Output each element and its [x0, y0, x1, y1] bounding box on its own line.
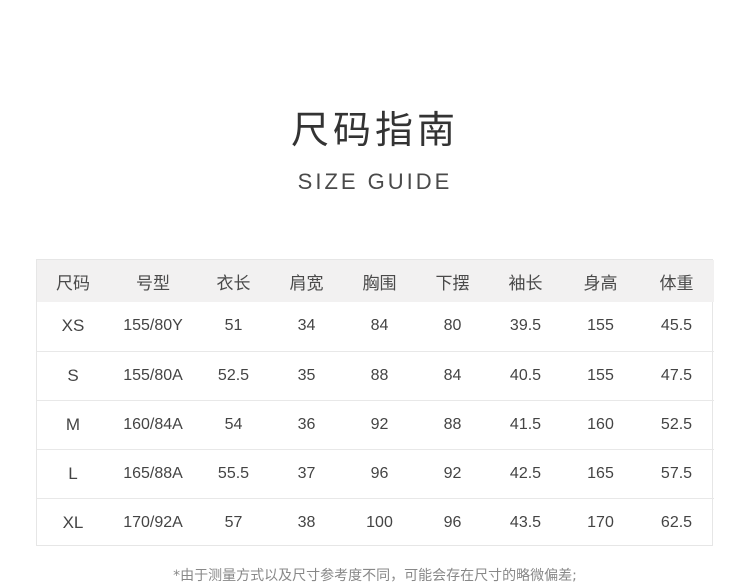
table-header-row: 尺码 号型 衣长 肩宽 胸围 下摆 袖长 身高 体重 — [37, 260, 714, 302]
header-model: 号型 — [136, 273, 170, 294]
cell-model: 165/88A — [123, 464, 183, 482]
measurement-disclaimer: *由于测量方式以及尺寸参考度不同，可能会存在尺寸的略微偏差; — [173, 568, 577, 584]
cell-weight: 45.5 — [660, 317, 693, 335]
cell-chest: 100 — [366, 513, 393, 531]
cell-model: 155/80Y — [123, 317, 183, 335]
header-height: 身高 — [583, 273, 618, 294]
cell-sleeve: 40.5 — [509, 366, 542, 384]
cell-shoulder: 36 — [297, 415, 316, 433]
header-length: 衣长 — [216, 273, 251, 294]
cell-model: 155/80A — [123, 366, 183, 384]
cell-size: S — [67, 365, 79, 385]
size-table-container: 尺码 号型 衣长 肩宽 胸围 下摆 袖长 身高 体重 XS 155/80Y 51… — [36, 259, 714, 547]
cell-height: 170 — [587, 513, 614, 531]
header-weight: 体重 — [659, 273, 694, 294]
cell-weight: 47.5 — [660, 366, 693, 384]
cell-model: 170/92A — [123, 513, 183, 531]
cell-shoulder: 38 — [297, 513, 316, 531]
header-chest: 胸围 — [362, 273, 397, 294]
header-hem: 下摆 — [435, 273, 470, 294]
table-row: L 165/88A 55.5 37 96 92 42.5 165 57.5 — [37, 449, 714, 498]
cell-hem: 96 — [443, 513, 462, 531]
cell-size: M — [65, 414, 81, 434]
cell-hem: 84 — [443, 366, 462, 384]
cell-chest: 84 — [370, 317, 389, 335]
cell-shoulder: 35 — [297, 366, 316, 384]
cell-height: 155 — [587, 366, 614, 384]
cell-weight: 62.5 — [660, 513, 693, 531]
header-sleeve: 袖长 — [508, 273, 543, 294]
table-row: XL 170/92A 57 38 100 96 43.5 170 62.5 — [37, 498, 714, 547]
cell-size: XS — [61, 316, 85, 336]
cell-hem: 92 — [443, 464, 462, 482]
cell-shoulder: 34 — [297, 317, 316, 335]
table-row: XS 155/80Y 51 34 84 80 39.5 155 45.5 — [37, 302, 714, 351]
size-table: 尺码 号型 衣长 肩宽 胸围 下摆 袖长 身高 体重 XS 155/80Y 51… — [37, 260, 714, 547]
cell-weight: 52.5 — [660, 415, 693, 433]
cell-chest: 96 — [370, 464, 389, 482]
header-size: 尺码 — [56, 273, 90, 294]
cell-length: 52.5 — [217, 366, 250, 384]
cell-sleeve: 39.5 — [509, 317, 542, 335]
page-title: 尺码指南 — [290, 108, 459, 152]
cell-model: 160/84A — [123, 415, 183, 433]
cell-length: 57 — [224, 513, 243, 531]
cell-hem: 88 — [443, 415, 462, 433]
cell-length: 51 — [224, 317, 243, 335]
page-subtitle: SIZE GUIDE — [297, 169, 453, 194]
table-row: S 155/80A 52.5 35 88 84 40.5 155 47.5 — [37, 351, 714, 400]
cell-hem: 80 — [443, 317, 462, 335]
cell-chest: 88 — [370, 366, 389, 384]
header-shoulder: 肩宽 — [289, 273, 324, 294]
cell-sleeve: 41.5 — [509, 415, 542, 433]
table-row: M 160/84A 54 36 92 88 41.5 160 52.5 — [37, 400, 714, 449]
cell-height: 155 — [587, 317, 614, 335]
cell-height: 165 — [587, 464, 614, 482]
cell-sleeve: 42.5 — [509, 464, 542, 482]
cell-weight: 57.5 — [660, 464, 693, 482]
cell-size: L — [68, 463, 78, 483]
cell-height: 160 — [587, 415, 614, 433]
cell-chest: 92 — [370, 415, 389, 433]
cell-length: 55.5 — [217, 464, 250, 482]
cell-length: 54 — [224, 415, 243, 433]
cell-sleeve: 43.5 — [509, 513, 542, 531]
cell-size: XL — [62, 512, 84, 532]
cell-shoulder: 37 — [297, 464, 316, 482]
